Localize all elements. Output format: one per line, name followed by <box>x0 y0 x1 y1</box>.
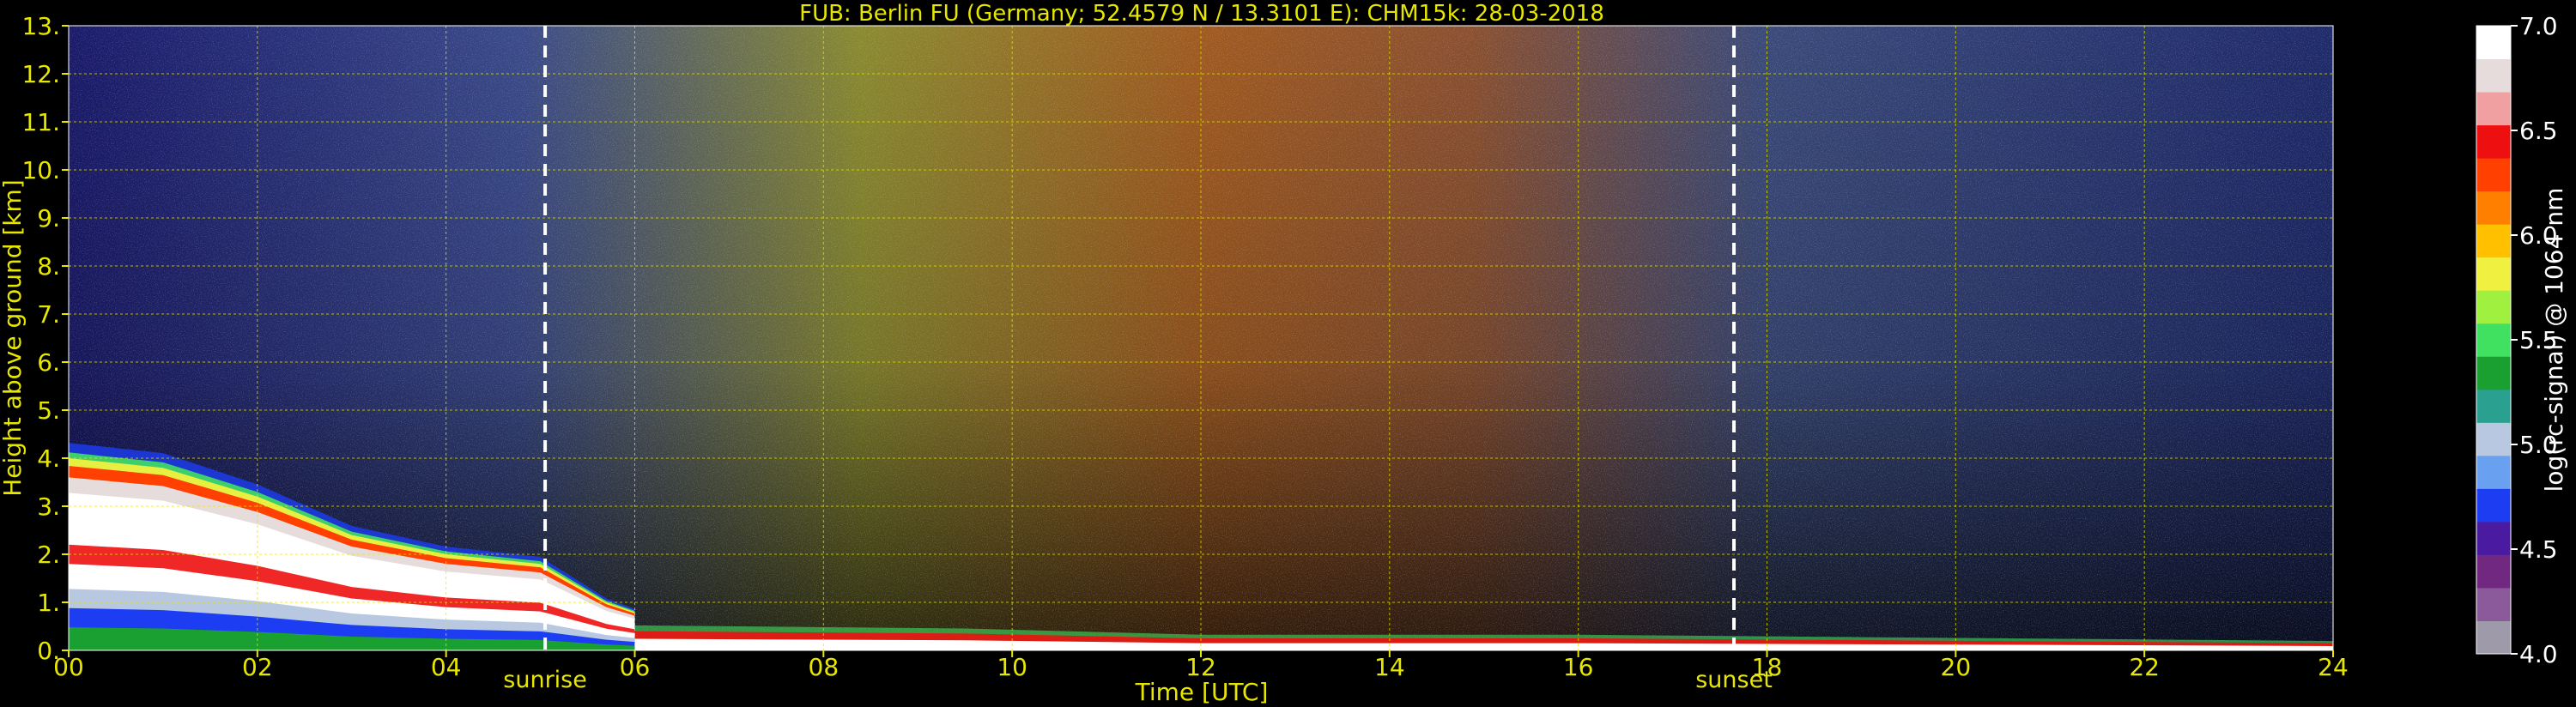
sunset-label: sunset <box>1695 667 1773 693</box>
y-tick-label: 2. <box>37 541 60 569</box>
colorbar-tick-label: 6.5 <box>2519 117 2558 145</box>
x-tick-label: 10 <box>997 653 1027 681</box>
colorbar-segment <box>2476 124 2511 159</box>
y-tick-label: 1. <box>37 589 60 617</box>
y-axis-ticks: 0.1.2.3.4.5.6.7.8.9.10.11.12.13. <box>21 12 69 665</box>
colorbar-segment <box>2476 26 2511 60</box>
x-tick-label: 06 <box>620 653 651 681</box>
x-tick-label: 16 <box>1563 653 1594 681</box>
plot-area <box>68 25 2334 651</box>
colorbar-segment <box>2476 158 2511 192</box>
y-tick-label: 3. <box>37 492 60 521</box>
y-tick-label: 7. <box>37 300 60 329</box>
colorbar-tick-label: 4.0 <box>2519 640 2558 668</box>
y-tick-label: 4. <box>37 444 60 473</box>
colorbar-segment <box>2476 224 2511 258</box>
y-tick-label: 6. <box>37 348 60 377</box>
x-tick-label: 02 <box>242 653 273 681</box>
colorbar-segment <box>2476 190 2511 225</box>
x-tick-label: 22 <box>2129 653 2160 681</box>
colorbar <box>2476 25 2512 655</box>
y-tick-label: 11. <box>21 108 60 136</box>
ceilometer-chart: 0.1.2.3.4.5.6.7.8.9.10.11.12.13. 00 02 04 0… <box>0 1 2568 706</box>
colorbar-segment <box>2476 389 2511 423</box>
x-tick-label: 20 <box>1941 653 1972 681</box>
colorbar-segment <box>2476 620 2511 655</box>
colorbar-segment <box>2476 323 2511 357</box>
colorbar-segment <box>2476 422 2511 456</box>
colorbar-segment <box>2476 58 2511 93</box>
colorbar-tick-label: 7.0 <box>2519 12 2558 40</box>
y-tick-label: 13. <box>21 12 60 40</box>
colorbar-segment <box>2476 521 2511 555</box>
x-tick-label: 14 <box>1374 653 1405 681</box>
sunrise-label: sunrise <box>503 667 587 693</box>
y-tick-label: 12. <box>21 60 60 88</box>
y-axis-label: Height above ground [km] <box>0 179 27 497</box>
chart-title: FUB: Berlin FU (Germany; 52.4579 N / 13.… <box>799 1 1604 27</box>
x-tick-label: 24 <box>2318 653 2349 681</box>
x-axis-ticks: 00 02 04 06 08 10 12 14 16 18 20 22 24 <box>53 650 2349 681</box>
x-tick-label: 04 <box>431 653 462 681</box>
colorbar-segment <box>2476 554 2511 589</box>
colorbar-label: log(rc-signal) @ 1064 nm <box>2540 188 2568 492</box>
y-tick-label: 10. <box>21 156 60 184</box>
colorbar-segment <box>2476 488 2511 523</box>
colorbar-segment <box>2476 257 2511 291</box>
y-tick-label: 9. <box>37 204 60 233</box>
colorbar-segment <box>2476 92 2511 126</box>
x-axis-label: Time [UTC] <box>1135 678 1269 706</box>
colorbar-segment <box>2476 587 2511 621</box>
colorbar-segment <box>2476 290 2511 324</box>
colorbar-tick-label: 4.5 <box>2519 535 2558 564</box>
colorbar-segment <box>2476 356 2511 390</box>
colorbar-segment <box>2476 455 2511 489</box>
x-tick-label: 00 <box>53 653 84 681</box>
x-tick-label: 08 <box>809 653 839 681</box>
y-tick-label: 5. <box>37 396 60 425</box>
y-tick-label: 8. <box>37 252 60 281</box>
